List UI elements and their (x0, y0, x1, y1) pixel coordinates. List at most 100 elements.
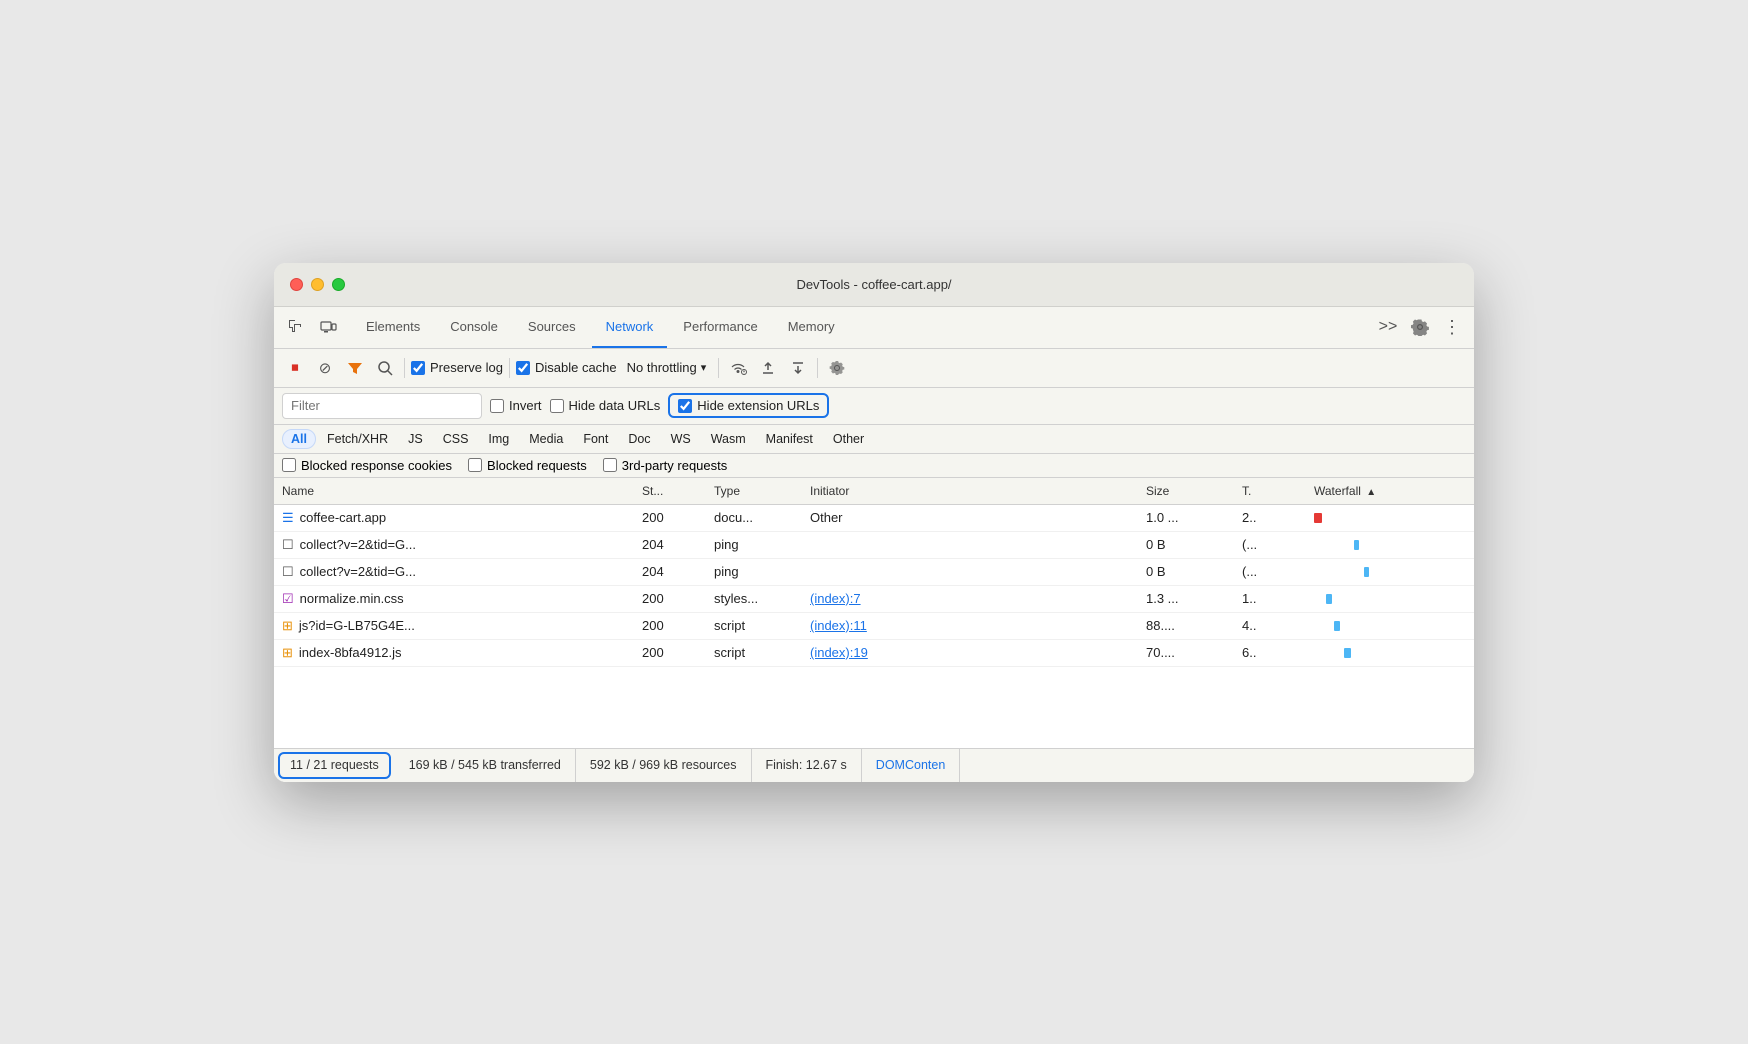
table-body: ☰ coffee-cart.app 200 docu... Other 1.0 … (274, 504, 1474, 666)
cursor-icon[interactable] (282, 313, 310, 341)
tab-console[interactable]: Console (436, 306, 512, 348)
col-header-status[interactable]: St... (634, 478, 706, 505)
waterfall-cell (1314, 540, 1466, 550)
table-header: Name St... Type Initiator Size T. Waterf… (274, 478, 1474, 505)
settings-icon[interactable] (1406, 313, 1434, 341)
name-cell: ☑ normalize.min.css (282, 591, 626, 607)
initiator-link[interactable]: (index):19 (810, 645, 868, 660)
network-table-container[interactable]: Name St... Type Initiator Size T. Waterf… (274, 478, 1474, 748)
table-row[interactable]: ⊞ js?id=G-LB75G4E... 200 script (index):… (274, 612, 1474, 639)
name-cell: ⊞ index-8bfa4912.js (282, 645, 626, 661)
transferred-status: 169 kB / 545 kB transferred (395, 749, 576, 782)
resources-status: 592 kB / 969 kB resources (576, 749, 752, 782)
table-row[interactable]: ☰ coffee-cart.app 200 docu... Other 1.0 … (274, 504, 1474, 531)
col-header-time[interactable]: T. (1234, 478, 1306, 505)
invert-group[interactable]: Invert (490, 398, 542, 413)
col-header-size[interactable]: Size (1138, 478, 1234, 505)
preserve-log-checkbox[interactable] (411, 361, 425, 375)
upload-button[interactable] (755, 355, 781, 381)
type-filter-other[interactable]: Other (824, 429, 873, 449)
tab-elements[interactable]: Elements (352, 306, 434, 348)
hide-data-urls-group[interactable]: Hide data URLs (550, 398, 661, 413)
type-filter-js[interactable]: JS (399, 429, 432, 449)
tab-memory[interactable]: Memory (774, 306, 849, 348)
tab-sources[interactable]: Sources (514, 306, 590, 348)
third-party-requests-group[interactable]: 3rd-party requests (603, 458, 728, 473)
tab-bar: Elements Console Sources Network Perform… (274, 307, 1474, 349)
blocked-response-cookies-checkbox[interactable] (282, 458, 296, 472)
throttle-dropdown[interactable]: No throttling ▾ (621, 358, 713, 377)
search-button[interactable] (372, 355, 398, 381)
waterfall-bar (1364, 567, 1369, 577)
tab-network[interactable]: Network (592, 306, 668, 348)
type-filter-font[interactable]: Font (574, 429, 617, 449)
waterfall-cell (1314, 594, 1466, 604)
type-filter-css[interactable]: CSS (434, 429, 478, 449)
type-filter-media[interactable]: Media (520, 429, 572, 449)
invert-checkbox[interactable] (490, 399, 504, 413)
filter-input[interactable] (282, 393, 482, 419)
table-row[interactable]: ⊞ index-8bfa4912.js 200 script (index):1… (274, 639, 1474, 666)
waterfall-cell (1314, 648, 1466, 658)
third-party-requests-checkbox[interactable] (603, 458, 617, 472)
maximize-button[interactable] (332, 278, 345, 291)
waterfall-bar (1326, 594, 1332, 604)
tab-right-icons: >> ⋮ (1374, 313, 1466, 341)
network-table: Name St... Type Initiator Size T. Waterf… (274, 478, 1474, 667)
type-filter-img[interactable]: Img (479, 429, 518, 449)
more-tabs-button[interactable]: >> (1374, 313, 1402, 341)
col-header-initiator[interactable]: Initiator (802, 478, 1138, 505)
type-filter-manifest[interactable]: Manifest (757, 429, 822, 449)
tab-icon-group (282, 313, 342, 341)
script-icon: ⊞ (282, 645, 293, 661)
table-row[interactable]: ☐ collect?v=2&tid=G... 204 ping 0 B (... (274, 531, 1474, 558)
type-filter-all[interactable]: All (282, 429, 316, 449)
script-icon: ⊞ (282, 618, 293, 634)
initiator-link[interactable]: (index):11 (810, 618, 867, 633)
hide-extension-urls-checkbox[interactable] (678, 399, 692, 413)
type-filter-wasm[interactable]: Wasm (702, 429, 755, 449)
name-cell: ☐ collect?v=2&tid=G... (282, 537, 626, 553)
blocked-response-cookies-group[interactable]: Blocked response cookies (282, 458, 452, 473)
toolbar-separator-1 (404, 358, 405, 378)
download-button[interactable] (785, 355, 811, 381)
filter-bar: Invert Hide data URLs Hide extension URL… (274, 388, 1474, 425)
table-row[interactable]: ☑ normalize.min.css 200 styles... (index… (274, 585, 1474, 612)
minimize-button[interactable] (311, 278, 324, 291)
name-cell: ⊞ js?id=G-LB75G4E... (282, 618, 626, 634)
type-filter-ws[interactable]: WS (662, 429, 700, 449)
col-header-waterfall[interactable]: Waterfall ▲ (1306, 478, 1474, 505)
clear-button[interactable]: ⊘ (312, 355, 338, 381)
type-filter-doc[interactable]: Doc (619, 429, 659, 449)
status-bar: 11 / 21 requests 169 kB / 545 kB transfe… (274, 748, 1474, 782)
network-settings-icon[interactable] (824, 355, 850, 381)
toolbar-separator-3 (718, 358, 719, 378)
toolbar: ⏹ ⊘ Preserve log Disable (274, 349, 1474, 388)
type-filter-fetch-xhr[interactable]: Fetch/XHR (318, 429, 397, 449)
css-icon: ☑ (282, 591, 294, 607)
col-header-name[interactable]: Name (274, 478, 634, 505)
requests-status: 11 / 21 requests (278, 752, 391, 779)
doc-icon: ☰ (282, 510, 294, 526)
blocked-requests-checkbox[interactable] (468, 458, 482, 472)
record-button[interactable]: ⏹ (282, 355, 308, 381)
hide-data-urls-checkbox[interactable] (550, 399, 564, 413)
filter-button[interactable] (342, 355, 368, 381)
tab-performance[interactable]: Performance (669, 306, 771, 348)
disable-cache-checkbox[interactable] (516, 361, 530, 375)
blocked-requests-group[interactable]: Blocked requests (468, 458, 587, 473)
initiator-link[interactable]: (index):7 (810, 591, 861, 606)
disable-cache-group[interactable]: Disable cache (516, 360, 617, 375)
device-icon[interactable] (314, 313, 342, 341)
preserve-log-group[interactable]: Preserve log (411, 360, 503, 375)
col-header-type[interactable]: Type (706, 478, 802, 505)
more-options-icon[interactable]: ⋮ (1438, 313, 1466, 341)
wifi-settings-icon[interactable] (725, 355, 751, 381)
table-row[interactable]: ☐ collect?v=2&tid=G... 204 ping 0 B (... (274, 558, 1474, 585)
close-button[interactable] (290, 278, 303, 291)
waterfall-cell (1314, 567, 1466, 577)
traffic-lights (290, 278, 345, 291)
hide-extension-urls-group[interactable]: Hide extension URLs (668, 393, 829, 418)
name-cell: ☐ collect?v=2&tid=G... (282, 564, 626, 580)
waterfall-cell (1314, 621, 1466, 631)
